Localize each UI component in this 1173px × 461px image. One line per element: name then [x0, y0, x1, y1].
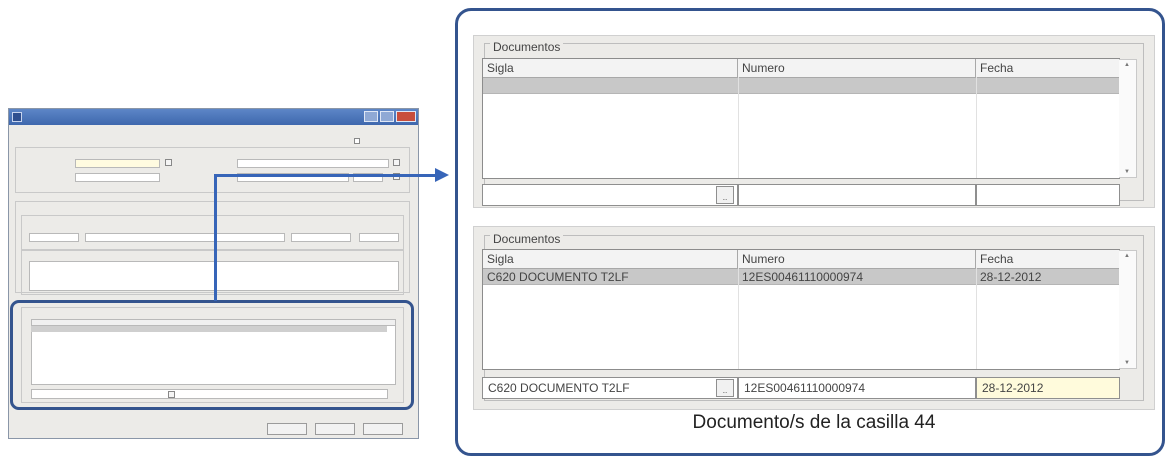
vertical-scrollbar[interactable]: ▲ ▼ — [1119, 59, 1137, 178]
scroll-up-icon[interactable]: ▲ — [1124, 253, 1130, 259]
scroll-down-icon[interactable]: ▼ — [1124, 169, 1130, 175]
mini-field[interactable] — [75, 173, 160, 182]
mini-checkbox[interactable] — [354, 138, 360, 144]
lookup-dots-button[interactable]: ... — [716, 186, 734, 204]
arrow-head-icon — [435, 168, 449, 182]
connector-line — [214, 176, 217, 301]
connector-line — [214, 174, 437, 177]
documents-panel-empty: Documentos Sigla Numero Fecha ▲ ▼ ... — [473, 35, 1155, 208]
close-button[interactable] — [396, 111, 416, 122]
mini-field[interactable] — [237, 159, 389, 168]
scroll-up-icon[interactable]: ▲ — [1124, 62, 1130, 68]
documents-legend: Documentos — [490, 40, 564, 54]
sigla-input[interactable] — [482, 184, 738, 206]
cell-sigla: C620 DOCUMENTO T2LF — [487, 270, 629, 284]
fecha-input[interactable] — [976, 184, 1120, 206]
table-row[interactable]: C620 DOCUMENTO T2LF 12ES00461110000974 2… — [483, 269, 1119, 285]
highlight-documents-small — [10, 300, 414, 410]
scroll-down-icon[interactable]: ▼ — [1124, 360, 1130, 366]
mini-button-cancelar[interactable] — [315, 423, 355, 435]
mini-field[interactable] — [85, 233, 285, 242]
numero-input[interactable]: 12ES00461110000974 — [738, 377, 976, 399]
column-header-sigla[interactable]: Sigla — [483, 250, 738, 268]
column-header-numero[interactable]: Numero — [738, 59, 976, 77]
documents-panel-filled: Documentos Sigla Numero Fecha C620 DOCUM… — [473, 226, 1155, 410]
table-row-selected[interactable] — [483, 78, 1119, 94]
mini-field[interactable] — [75, 159, 160, 168]
documents-table[interactable]: Sigla Numero Fecha ▲ ▼ — [482, 58, 1137, 179]
mini-dots-button[interactable] — [393, 159, 400, 166]
maximize-button[interactable] — [380, 111, 394, 122]
mini-button-salir[interactable] — [363, 423, 403, 435]
fecha-input[interactable]: 28-12-2012 — [976, 377, 1120, 399]
minimize-button[interactable] — [364, 111, 378, 122]
mini-field[interactable] — [359, 233, 399, 242]
documents-legend: Documentos — [490, 232, 564, 246]
sigla-input[interactable]: C620 DOCUMENTO T2LF — [482, 377, 738, 399]
column-header-sigla[interactable]: Sigla — [483, 59, 738, 77]
table-header: Sigla Numero Fecha — [483, 59, 1119, 78]
app-icon — [12, 112, 22, 122]
lookup-dots-button[interactable]: ... — [716, 379, 734, 397]
documents-table[interactable]: Sigla Numero Fecha C620 DOCUMENTO T2LF 1… — [482, 249, 1137, 370]
vertical-scrollbar[interactable]: ▲ ▼ — [1119, 250, 1137, 369]
caption: Documento/s de la casilla 44 — [692, 412, 936, 433]
cell-fecha: 28-12-2012 — [980, 270, 1042, 284]
table-header: Sigla Numero Fecha — [483, 250, 1119, 269]
mini-button-aceptar[interactable] — [267, 423, 307, 435]
mini-dots-button[interactable] — [165, 159, 172, 166]
window-title-bar[interactable] — [9, 109, 418, 125]
mini-group-expedicion — [15, 147, 410, 193]
column-header-fecha[interactable]: Fecha — [976, 250, 1119, 268]
mini-field[interactable] — [291, 233, 351, 242]
column-header-fecha[interactable]: Fecha — [976, 59, 1119, 77]
mini-field[interactable] — [29, 233, 79, 242]
column-header-numero[interactable]: Numero — [738, 250, 976, 268]
numero-input[interactable] — [738, 184, 976, 206]
cell-numero: 12ES00461110000974 — [742, 270, 864, 284]
